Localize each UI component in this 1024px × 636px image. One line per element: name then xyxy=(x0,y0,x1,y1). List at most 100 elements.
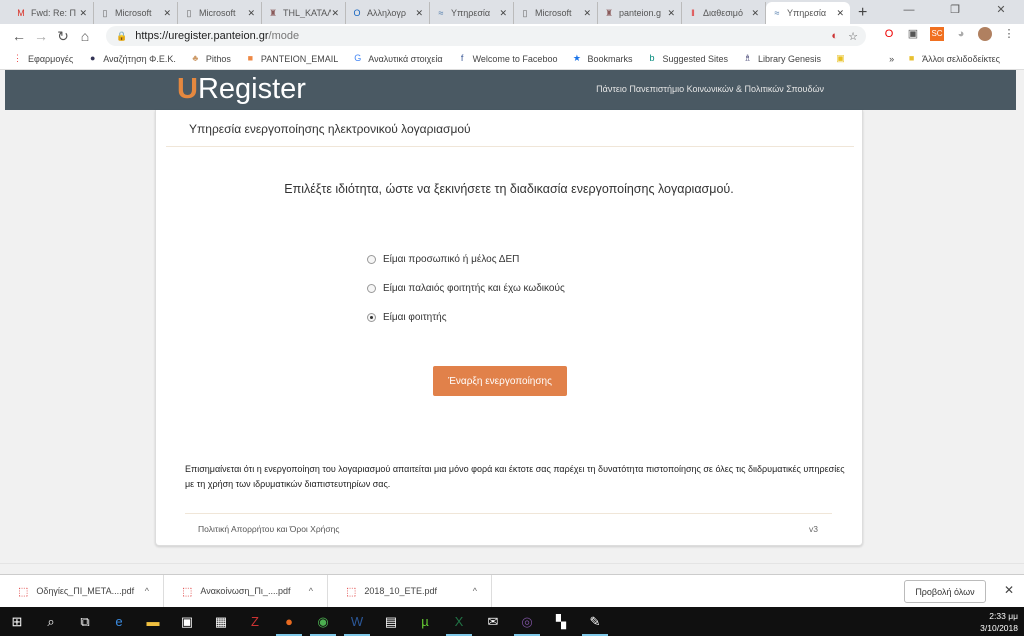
option-staff[interactable]: Είμαι προσωπικό ή μέλος ΔΕΠ xyxy=(367,254,519,265)
opera-icon[interactable]: O xyxy=(882,27,896,41)
blocked-icon[interactable]: ◐ xyxy=(831,30,838,42)
home-icon[interactable]: ⌂ xyxy=(74,28,96,44)
bookmark-label: PANTEION_EMAIL xyxy=(260,53,339,64)
photo-icon[interactable]: ▤ xyxy=(374,607,408,636)
browser-tab[interactable]: ≈ Υπηρεσία ✕ xyxy=(430,2,514,24)
chrome-icon[interactable]: ◉ xyxy=(306,607,340,636)
privacy-terms-link[interactable]: Πολιτική Απορρήτου και Όροι Χρήσης xyxy=(198,524,339,534)
bookmark-item[interactable]: ♣ Pithos xyxy=(190,53,230,64)
more-bookmarks-icon[interactable]: » xyxy=(889,54,894,64)
grey-extension-icon[interactable]: ◕ xyxy=(954,27,968,41)
network-icon[interactable]: ▚ xyxy=(544,607,578,636)
close-downloads-icon[interactable]: ✕ xyxy=(1004,583,1014,597)
back-icon[interactable]: ← xyxy=(8,28,30,44)
calculator-icon[interactable]: ▦ xyxy=(204,607,238,636)
new-tab-button[interactable]: + xyxy=(858,4,867,22)
option-student[interactable]: Είμαι φοιτητής xyxy=(367,312,447,323)
extension-icon[interactable]: ▣ xyxy=(906,27,920,41)
bookmark-star-icon[interactable]: ☆ xyxy=(848,30,858,43)
show-all-downloads-button[interactable]: Προβολή όλων xyxy=(904,580,986,603)
browser-tab[interactable]: M Fwd: Re: Π ✕ xyxy=(10,2,94,24)
bookmark-item[interactable]: ● Αναζήτηση Φ.Ε.Κ. xyxy=(87,53,176,64)
close-window-button[interactable]: ✕ xyxy=(978,0,1024,20)
close-tab-icon[interactable]: ✕ xyxy=(163,8,171,19)
address-bar[interactable]: 🔒 https://uregister.panteion.gr/mode ◐ ☆ xyxy=(106,26,866,46)
store-icon[interactable]: ▣ xyxy=(170,607,204,636)
profile-avatar[interactable] xyxy=(978,27,992,41)
radio-staff[interactable] xyxy=(367,255,376,264)
minimize-button[interactable]: — xyxy=(886,0,932,20)
sc-extension-icon[interactable]: SC xyxy=(930,27,944,41)
browser-tab[interactable]: O Αλληλογρ ✕ xyxy=(346,2,430,24)
uregister-icon: ≈ xyxy=(774,8,780,18)
file-explorer-icon[interactable]: ▬ xyxy=(136,607,170,636)
libgen-icon: ♗ xyxy=(743,53,752,63)
firefox-icon[interactable]: ● xyxy=(272,607,306,636)
bookmark-label: Bookmarks xyxy=(587,53,633,64)
bookmark-item[interactable]: f Welcome to Faceboo xyxy=(457,53,558,64)
bookmark-item[interactable]: ▣ xyxy=(835,53,851,64)
reload-icon[interactable]: ↻ xyxy=(52,28,74,45)
paint-icon[interactable]: ✎ xyxy=(578,607,612,636)
download-item[interactable]: ⬚ Ανακοίνωση_Πι_....pdf ^ xyxy=(164,574,328,608)
chevron-up-icon[interactable]: ^ xyxy=(473,586,477,596)
pithos-icon: ♣ xyxy=(192,53,199,63)
chevron-up-icon[interactable]: ^ xyxy=(145,586,149,596)
bookmark-item[interactable]: ♗ Library Genesis xyxy=(742,53,821,64)
download-item[interactable]: ⬚ 2018_10_ETE.pdf ^ xyxy=(328,574,492,608)
close-tab-icon[interactable]: ✕ xyxy=(836,8,844,19)
browser-tab[interactable]: ▯ Microsoft ✕ xyxy=(94,2,178,24)
bookmark-item[interactable]: G Αναλυτικά στοιχεία xyxy=(352,53,442,64)
start-activation-button[interactable]: Έναρξη ενεργοποίησης xyxy=(433,366,567,396)
task-view-icon[interactable]: ⧉ xyxy=(68,607,102,636)
uregister-icon: ≈ xyxy=(438,8,444,18)
bookmark-item[interactable]: b Suggested Sites xyxy=(646,53,728,64)
close-tab-icon[interactable]: ✕ xyxy=(79,8,87,19)
browser-tab[interactable]: ♜ THL_KATAΛ ✕ xyxy=(262,2,346,24)
other-bookmarks-label: Άλλοι σελιδοδείκτες xyxy=(922,53,1000,64)
uregister-logo[interactable]: URegister xyxy=(177,73,306,106)
edge-icon[interactable]: e xyxy=(102,607,136,636)
start-icon[interactable]: ⊞ xyxy=(0,607,34,636)
forward-icon[interactable]: → xyxy=(30,28,52,44)
close-tab-icon[interactable]: ✕ xyxy=(667,8,675,19)
chevron-up-icon[interactable]: ^ xyxy=(309,586,313,596)
browser-tab[interactable]: ≈ Υπηρεσία ✕ xyxy=(766,2,850,24)
page-icon: ▯ xyxy=(522,8,528,18)
bookmark-item[interactable]: ⋮ Εφαρμογές xyxy=(12,53,73,64)
option-old-student[interactable]: Είμαι παλαιός φοιτητής και έχω κωδικούς xyxy=(367,283,565,294)
filezilla-icon[interactable]: Z xyxy=(238,607,272,636)
restore-button[interactable]: ❐ xyxy=(932,0,978,20)
close-tab-icon[interactable]: ✕ xyxy=(499,8,507,19)
mail-icon[interactable]: ✉ xyxy=(476,607,510,636)
close-tab-icon[interactable]: ✕ xyxy=(415,8,423,19)
bookmark-item[interactable]: ★ Bookmarks xyxy=(571,53,633,64)
radio-old-student[interactable] xyxy=(367,284,376,293)
close-tab-icon[interactable]: ✕ xyxy=(583,8,591,19)
close-tab-icon[interactable]: ✕ xyxy=(751,8,759,19)
menu-icon[interactable]: ⋮ xyxy=(1002,27,1016,41)
other-bookmarks[interactable]: ■ Άλλοι σελιδοδείκτες xyxy=(906,53,1000,64)
horizontal-scrollbar[interactable] xyxy=(0,563,1024,573)
apps-icon: ⋮ xyxy=(13,53,22,63)
search-icon[interactable]: ⌕ xyxy=(34,607,68,636)
browser-tab[interactable]: ▯ Microsoft ✕ xyxy=(514,2,598,24)
system-clock[interactable]: 2:33 μμ 3/10/2018 xyxy=(980,610,1018,634)
browser-tab[interactable]: ▯ Microsoft ✕ xyxy=(178,2,262,24)
download-item[interactable]: ⬚ Οδηγίες_ΠΙ_ΜΕΤΑ....pdf ^ xyxy=(0,574,164,608)
excel-icon[interactable]: X xyxy=(442,607,476,636)
browser-tab[interactable]: ♜ panteion.g ✕ xyxy=(598,2,682,24)
bookmark-item[interactable]: ■ PANTEION_EMAIL xyxy=(245,53,339,64)
download-filename: Ανακοίνωση_Πι_....pdf xyxy=(200,586,291,596)
radio-student[interactable] xyxy=(367,313,376,322)
notice-text: Επισημαίνεται ότι η ενεργοποίηση του λογ… xyxy=(185,464,845,489)
close-tab-icon[interactable]: ✕ xyxy=(247,8,255,19)
viber-icon[interactable]: ◎ xyxy=(510,607,544,636)
utorrent-icon[interactable]: µ xyxy=(408,607,442,636)
close-tab-icon[interactable]: ✕ xyxy=(331,8,339,19)
browser-tab[interactable]: ‖ Διαθεσιμό ✕ xyxy=(682,2,766,24)
pdf-icon: ⬚ xyxy=(18,585,29,598)
option-label: Είμαι παλαιός φοιτητής και έχω κωδικούς xyxy=(383,283,565,294)
word-icon[interactable]: W xyxy=(340,607,374,636)
yellow-bookmark-icon: ▣ xyxy=(836,53,845,63)
